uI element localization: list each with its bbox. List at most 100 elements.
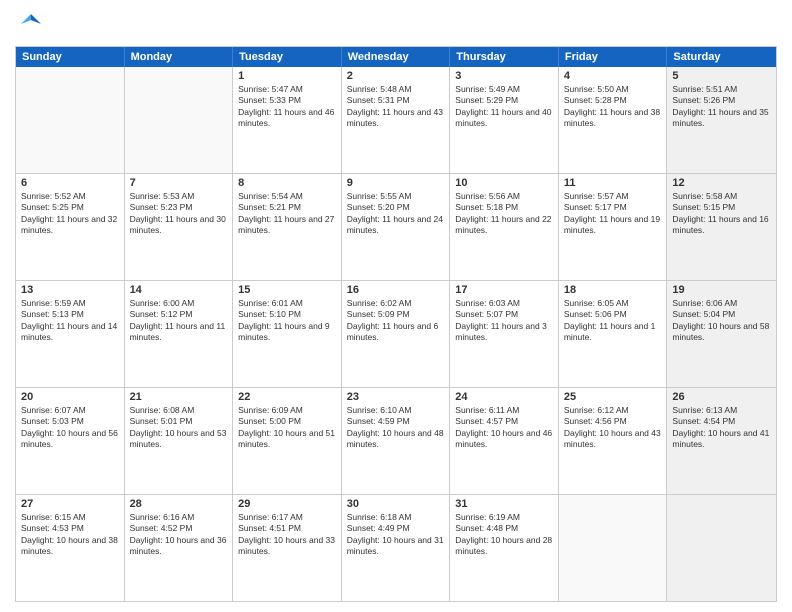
cell-info: Sunrise: 6:09 AM Sunset: 5:00 PM Dayligh… xyxy=(238,405,336,451)
day-number: 12 xyxy=(672,177,771,189)
cal-cell: 21 Sunrise: 6:08 AM Sunset: 5:01 PM Dayli… xyxy=(125,388,234,494)
calendar-row-4: 27Sunrise: 6:15 AM Sunset: 4:53 PM Dayli… xyxy=(16,494,776,601)
day-number: 13 xyxy=(21,284,119,296)
cell-info: Sunrise: 6:02 AM Sunset: 5:09 PM Dayligh… xyxy=(347,298,445,344)
cal-cell: 1 Sunrise: 5:47 AM Sunset: 5:33 PM Daylig… xyxy=(233,67,342,173)
day-number: 3 xyxy=(455,70,553,82)
cal-cell: 10Sunrise: 5:56 AM Sunset: 5:18 PM Dayli… xyxy=(450,174,559,280)
day-number: 20 xyxy=(21,391,119,403)
calendar-header: SundayMondayTuesdayWednesdayThursdayFrid… xyxy=(16,47,776,67)
cal-cell xyxy=(125,67,234,173)
cal-cell: 13Sunrise: 5:59 AM Sunset: 5:13 PM Dayli… xyxy=(16,281,125,387)
day-number: 25 xyxy=(564,391,662,403)
cal-cell: 14Sunrise: 6:00 AM Sunset: 5:12 PM Dayli… xyxy=(125,281,234,387)
cell-info: Sunrise: 5:49 AM Sunset: 5:29 PM Dayligh… xyxy=(455,84,553,130)
day-number: 11 xyxy=(564,177,662,189)
cell-info: Sunrise: 6:13 AM Sunset: 4:54 PM Dayligh… xyxy=(672,405,771,451)
calendar-row-3: 20 Sunrise: 6:07 AM Sunset: 5:03 PM Dayli… xyxy=(16,387,776,494)
cell-info: Sunrise: 6:08 AM Sunset: 5:01 PM Dayligh… xyxy=(130,405,228,451)
cell-info: Sunrise: 6:10 AM Sunset: 4:59 PM Dayligh… xyxy=(347,405,445,451)
day-number: 18 xyxy=(564,284,662,296)
cal-cell xyxy=(16,67,125,173)
day-number: 21 xyxy=(130,391,228,403)
cal-cell xyxy=(667,495,776,601)
cell-info: Sunrise: 6:07 AM Sunset: 5:03 PM Dayligh… xyxy=(21,405,119,451)
day-number: 4 xyxy=(564,70,662,82)
cal-cell: 28 Sunrise: 6:16 AM Sunset: 4:52 PM Dayli… xyxy=(125,495,234,601)
day-number: 29 xyxy=(238,498,336,510)
cal-cell xyxy=(559,495,668,601)
cal-cell: 22 Sunrise: 6:09 AM Sunset: 5:00 PM Dayli… xyxy=(233,388,342,494)
cal-cell: 11 Sunrise: 5:57 AM Sunset: 5:17 PM Dayli… xyxy=(559,174,668,280)
day-number: 1 xyxy=(238,70,336,82)
cell-info: Sunrise: 6:11 AM Sunset: 4:57 PM Dayligh… xyxy=(455,405,553,451)
day-of-week-monday: Monday xyxy=(125,47,234,67)
cal-cell: 2 Sunrise: 5:48 AM Sunset: 5:31 PM Daylig… xyxy=(342,67,451,173)
cell-info: Sunrise: 5:48 AM Sunset: 5:31 PM Dayligh… xyxy=(347,84,445,130)
calendar-body: 1 Sunrise: 5:47 AM Sunset: 5:33 PM Daylig… xyxy=(16,67,776,601)
cal-cell: 5 Sunrise: 5:51 AM Sunset: 5:26 PM Daylig… xyxy=(667,67,776,173)
day-of-week-sunday: Sunday xyxy=(16,47,125,67)
day-number: 23 xyxy=(347,391,445,403)
cal-cell: 29 Sunrise: 6:17 AM Sunset: 4:51 PM Dayli… xyxy=(233,495,342,601)
cell-info: Sunrise: 5:58 AM Sunset: 5:15 PM Dayligh… xyxy=(672,191,771,237)
day-number: 9 xyxy=(347,177,445,189)
day-number: 22 xyxy=(238,391,336,403)
logo-icon xyxy=(17,10,45,38)
cell-info: Sunrise: 5:50 AM Sunset: 5:28 PM Dayligh… xyxy=(564,84,662,130)
cell-info: Sunrise: 6:12 AM Sunset: 4:56 PM Dayligh… xyxy=(564,405,662,451)
day-number: 16 xyxy=(347,284,445,296)
cal-cell: 15 Sunrise: 6:01 AM Sunset: 5:10 PM Dayli… xyxy=(233,281,342,387)
calendar-row-0: 1 Sunrise: 5:47 AM Sunset: 5:33 PM Daylig… xyxy=(16,67,776,173)
cal-cell: 26 Sunrise: 6:13 AM Sunset: 4:54 PM Dayli… xyxy=(667,388,776,494)
day-number: 17 xyxy=(455,284,553,296)
cell-info: Sunrise: 5:55 AM Sunset: 5:20 PM Dayligh… xyxy=(347,191,445,237)
cal-cell: 30Sunrise: 6:18 AM Sunset: 4:49 PM Dayli… xyxy=(342,495,451,601)
cal-cell: 17 Sunrise: 6:03 AM Sunset: 5:07 PM Dayli… xyxy=(450,281,559,387)
day-number: 7 xyxy=(130,177,228,189)
calendar-row-1: 6 Sunrise: 5:52 AM Sunset: 5:25 PM Daylig… xyxy=(16,173,776,280)
header xyxy=(15,10,777,38)
cal-cell: 20 Sunrise: 6:07 AM Sunset: 5:03 PM Dayli… xyxy=(16,388,125,494)
cal-cell: 23 Sunrise: 6:10 AM Sunset: 4:59 PM Dayli… xyxy=(342,388,451,494)
cell-info: Sunrise: 6:03 AM Sunset: 5:07 PM Dayligh… xyxy=(455,298,553,344)
day-number: 5 xyxy=(672,70,771,82)
cell-info: Sunrise: 6:06 AM Sunset: 5:04 PM Dayligh… xyxy=(672,298,771,344)
day-number: 2 xyxy=(347,70,445,82)
cal-cell: 6 Sunrise: 5:52 AM Sunset: 5:25 PM Daylig… xyxy=(16,174,125,280)
cell-info: Sunrise: 5:51 AM Sunset: 5:26 PM Dayligh… xyxy=(672,84,771,130)
day-of-week-friday: Friday xyxy=(559,47,668,67)
day-of-week-tuesday: Tuesday xyxy=(233,47,342,67)
cell-info: Sunrise: 6:17 AM Sunset: 4:51 PM Dayligh… xyxy=(238,512,336,558)
cell-info: Sunrise: 6:19 AM Sunset: 4:48 PM Dayligh… xyxy=(455,512,553,558)
day-number: 19 xyxy=(672,284,771,296)
cell-info: Sunrise: 6:18 AM Sunset: 4:49 PM Dayligh… xyxy=(347,512,445,558)
cell-info: Sunrise: 5:53 AM Sunset: 5:23 PM Dayligh… xyxy=(130,191,228,237)
cell-info: Sunrise: 6:05 AM Sunset: 5:06 PM Dayligh… xyxy=(564,298,662,344)
cal-cell: 4 Sunrise: 5:50 AM Sunset: 5:28 PM Daylig… xyxy=(559,67,668,173)
day-number: 26 xyxy=(672,391,771,403)
cell-info: Sunrise: 5:57 AM Sunset: 5:17 PM Dayligh… xyxy=(564,191,662,237)
cal-cell: 8 Sunrise: 5:54 AM Sunset: 5:21 PM Daylig… xyxy=(233,174,342,280)
cell-info: Sunrise: 5:54 AM Sunset: 5:21 PM Dayligh… xyxy=(238,191,336,237)
cell-info: Sunrise: 6:16 AM Sunset: 4:52 PM Dayligh… xyxy=(130,512,228,558)
day-number: 15 xyxy=(238,284,336,296)
cell-info: Sunrise: 6:00 AM Sunset: 5:12 PM Dayligh… xyxy=(130,298,228,344)
day-number: 31 xyxy=(455,498,553,510)
day-number: 10 xyxy=(455,177,553,189)
cal-cell: 31 Sunrise: 6:19 AM Sunset: 4:48 PM Dayli… xyxy=(450,495,559,601)
day-number: 8 xyxy=(238,177,336,189)
day-of-week-saturday: Saturday xyxy=(667,47,776,67)
calendar-row-2: 13Sunrise: 5:59 AM Sunset: 5:13 PM Dayli… xyxy=(16,280,776,387)
cal-cell: 7 Sunrise: 5:53 AM Sunset: 5:23 PM Daylig… xyxy=(125,174,234,280)
cal-cell: 3 Sunrise: 5:49 AM Sunset: 5:29 PM Daylig… xyxy=(450,67,559,173)
cal-cell: 12 Sunrise: 5:58 AM Sunset: 5:15 PM Dayli… xyxy=(667,174,776,280)
cal-cell: 24Sunrise: 6:11 AM Sunset: 4:57 PM Dayli… xyxy=(450,388,559,494)
cal-cell: 27Sunrise: 6:15 AM Sunset: 4:53 PM Dayli… xyxy=(16,495,125,601)
day-number: 6 xyxy=(21,177,119,189)
cell-info: Sunrise: 5:52 AM Sunset: 5:25 PM Dayligh… xyxy=(21,191,119,237)
cell-info: Sunrise: 5:47 AM Sunset: 5:33 PM Dayligh… xyxy=(238,84,336,130)
cell-info: Sunrise: 6:01 AM Sunset: 5:10 PM Dayligh… xyxy=(238,298,336,344)
day-number: 28 xyxy=(130,498,228,510)
logo xyxy=(15,10,45,38)
